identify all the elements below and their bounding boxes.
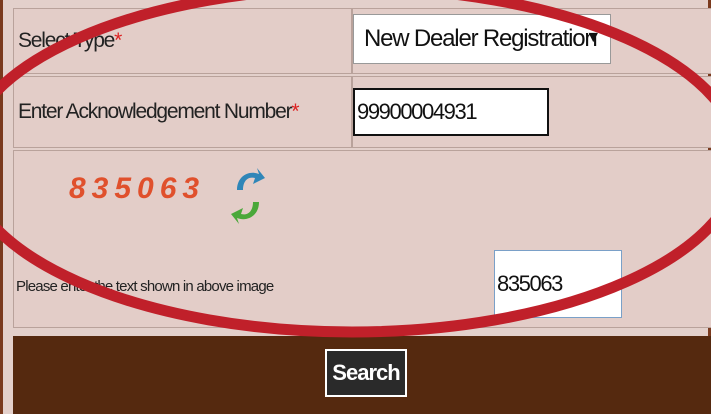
ack-number-input[interactable]: 99900004931 [353, 88, 549, 136]
select-type-label-cell: Select Type * [13, 8, 352, 74]
captcha-image: 835063 [69, 172, 206, 205]
select-type-dropdown[interactable]: New Dealer Registration ▼ [353, 14, 611, 64]
captcha-input[interactable]: 835063 [494, 250, 622, 318]
ack-number-label: Enter Acknowledgement Number [18, 100, 293, 123]
chevron-down-icon: ▼ [585, 29, 601, 46]
refresh-arrows-icon[interactable] [231, 166, 265, 231]
captcha-hint: Please enter the text shown in above ima… [16, 278, 274, 295]
required-mark: * [291, 100, 299, 123]
ack-number-input-value: 99900004931 [357, 99, 478, 124]
search-form-panel: Select Type * New Dealer Registration ▼ E… [0, 0, 711, 414]
search-button[interactable]: Search [325, 349, 407, 397]
select-type-selected-value: New Dealer Registration [364, 25, 598, 52]
captcha-input-value: 835063 [497, 271, 563, 296]
required-mark: * [114, 29, 122, 52]
select-type-label: Select Type [18, 29, 115, 52]
ack-number-label-cell: Enter Acknowledgement Number * [13, 76, 352, 148]
